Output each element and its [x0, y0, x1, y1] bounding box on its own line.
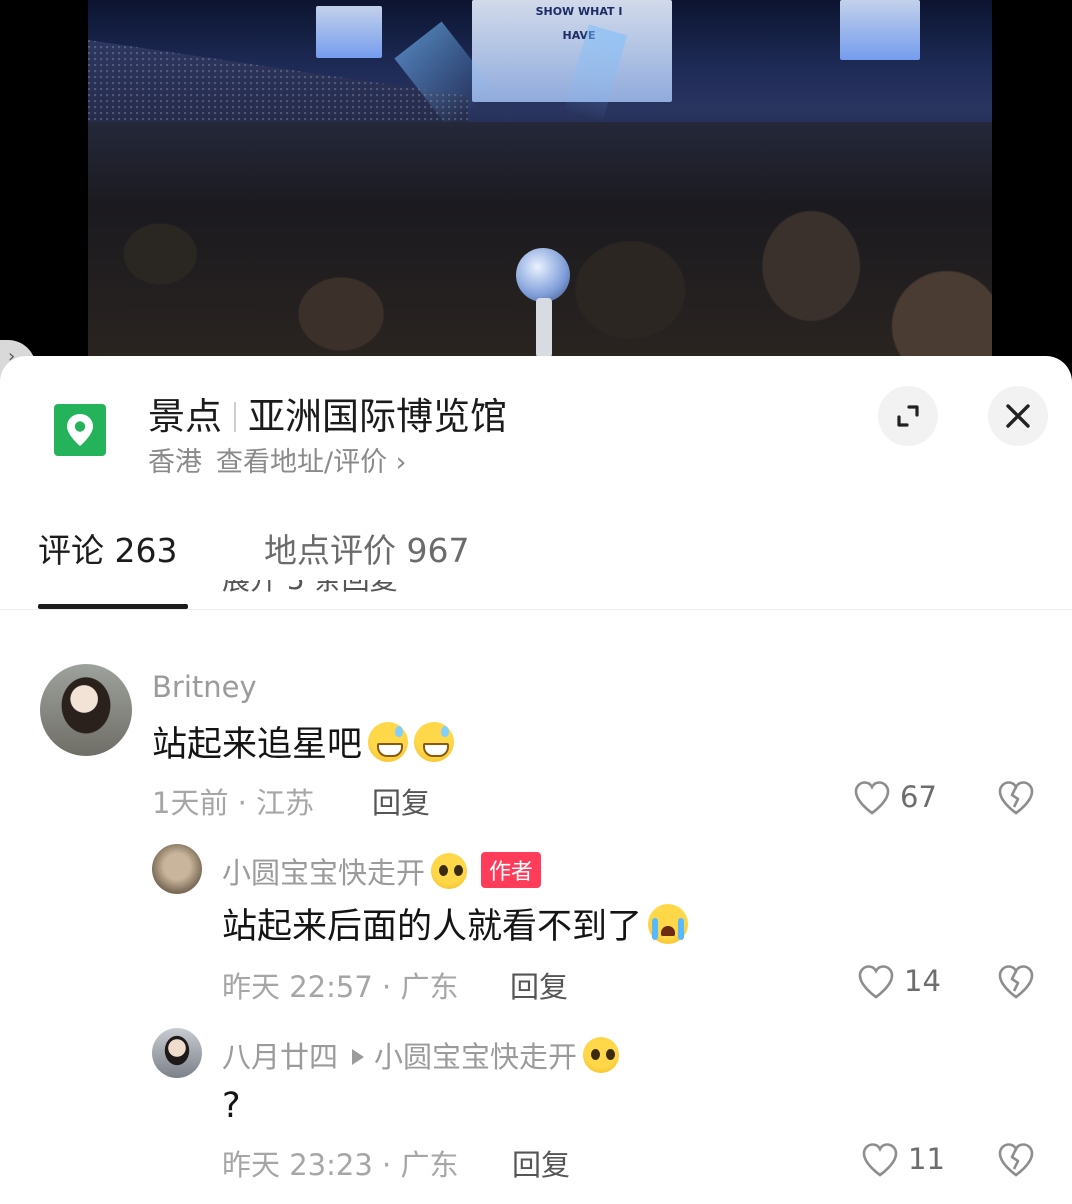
- reply-item: 小圆宝宝快走开 作者 站起来后面的人就看不到了 昨天 22:57 · 广东 回复 …: [0, 844, 1072, 1004]
- tab-comments[interactable]: 评论 263: [38, 524, 177, 572]
- place-city: 香港: [148, 447, 202, 478]
- comment-username[interactable]: Britney: [152, 670, 257, 704]
- author-badge: 作者: [481, 852, 542, 888]
- like-count: 11: [908, 1142, 945, 1176]
- expand-icon: [897, 405, 919, 427]
- avatar[interactable]: [152, 1028, 202, 1078]
- reply-meta: 昨天 23:23 · 广东: [222, 1148, 459, 1182]
- reply-text: ?: [222, 1086, 241, 1126]
- grin-sweat-emoji: [368, 722, 409, 762]
- reply-arrow-icon: [352, 1049, 365, 1065]
- like-count: 14: [904, 964, 941, 998]
- reply-meta: 昨天 22:57 · 广东: [222, 970, 459, 1004]
- location-sheet: 景点亚洲国际博览馆 香港查看地址/评价 › 评论 263 地点评价 967 展开…: [0, 356, 1072, 1204]
- right-screen: [840, 0, 920, 60]
- video-player[interactable]: SHOW WHAT I HAVE: [88, 0, 992, 362]
- broken-heart-icon[interactable]: [996, 1140, 1036, 1180]
- avatar[interactable]: [40, 664, 132, 756]
- reply-username[interactable]: 八月廿四 小圆宝宝快走开: [222, 1034, 620, 1076]
- lightstick: [516, 248, 570, 302]
- close-icon: [1006, 404, 1030, 428]
- pleading-face-emoji: [431, 853, 468, 889]
- avatar[interactable]: [152, 844, 202, 894]
- reply-item: 八月廿四 小圆宝宝快走开 ? 昨天 23:23 · 广东 回复 11: [0, 1028, 1072, 1188]
- active-tab-indicator: [38, 604, 188, 609]
- reply-button[interactable]: 回复: [372, 780, 430, 822]
- lightstick-handle: [536, 298, 552, 358]
- left-screen: [316, 6, 382, 58]
- pleading-face-emoji: [583, 1037, 620, 1073]
- comment-text: 站起来追星吧: [152, 716, 455, 767]
- reply-text: 站起来后面的人就看不到了: [222, 898, 689, 949]
- crying-face-emoji: [648, 904, 689, 944]
- broken-heart-icon[interactable]: [996, 962, 1036, 1002]
- place-title: 景点 亚洲国际博览馆: [148, 386, 507, 440]
- like-count: 67: [900, 780, 937, 814]
- heart-icon[interactable]: [860, 1140, 900, 1180]
- comment-item: Britney 站起来追星吧 1天前 · 江苏 回复 67: [0, 664, 1072, 824]
- comment-meta: 1天前 · 江苏: [152, 786, 315, 820]
- stage-logo-text: SHOW WHAT I HAVE: [535, 5, 623, 42]
- tab-bar: 评论 263 地点评价 967: [0, 520, 1072, 610]
- address-link[interactable]: 查看地址/评价 ›: [216, 447, 406, 478]
- title-divider: [234, 402, 236, 432]
- place-name: 亚洲国际博览馆: [248, 395, 507, 438]
- reply-button[interactable]: 回复: [510, 964, 568, 1006]
- grin-sweat-emoji: [414, 722, 455, 762]
- heart-icon[interactable]: [852, 778, 892, 818]
- reply-button[interactable]: 回复: [512, 1142, 570, 1184]
- location-pin-icon: [54, 404, 106, 456]
- expand-button[interactable]: [878, 386, 938, 446]
- place-header[interactable]: 景点 亚洲国际博览馆 香港 查看地址/评价 ›: [0, 356, 1072, 486]
- broken-heart-icon[interactable]: [996, 778, 1036, 818]
- close-button[interactable]: [988, 386, 1048, 446]
- heart-icon[interactable]: [856, 962, 896, 1002]
- place-subtitle[interactable]: 香港 查看地址/评价 ›: [148, 440, 406, 479]
- reply-to-username: 小圆宝宝快走开: [374, 1040, 578, 1074]
- expand-replies-link[interactable]: 展开 5 条回复: [222, 580, 442, 592]
- reply-username[interactable]: 小圆宝宝快走开 作者: [222, 850, 542, 892]
- tab-place-ratings[interactable]: 地点评价 967: [264, 524, 469, 572]
- place-category: 景点: [148, 395, 222, 438]
